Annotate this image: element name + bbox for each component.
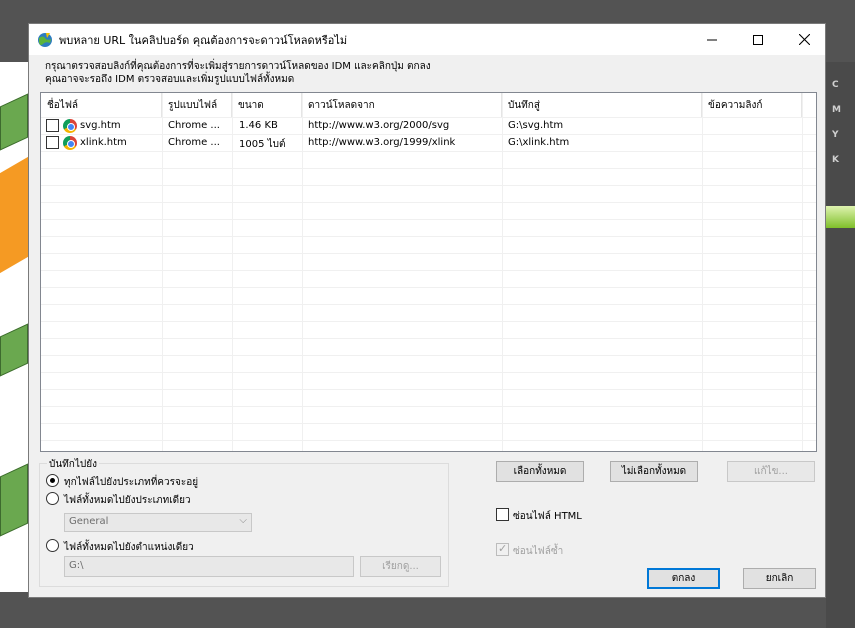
idm-globe-icon (38, 32, 52, 47)
row-filename: xlink.htm (80, 137, 127, 148)
category-select[interactable]: General ⌵ (64, 513, 252, 532)
chevron-down-icon: ⌵ (239, 515, 247, 526)
deselect-all-button[interactable]: ไม่เลือกทั้งหมด (610, 461, 698, 482)
row-size: 1005 ไบต์ (239, 139, 286, 150)
row-type: Chrome ... (168, 120, 220, 131)
hide-duplicates-label[interactable]: ซ่อนไฟล์ซ้ำ (513, 544, 563, 559)
row-checkbox[interactable] (46, 136, 59, 149)
radio-single-category-label[interactable]: ไฟล์ทั้งหมดไปยังประเภทเดียว (64, 493, 191, 508)
column-header-from[interactable]: ดาวน์โหลดจาก (302, 93, 502, 117)
radio-single-category[interactable] (46, 492, 59, 505)
file-list[interactable]: ชื่อไฟล์ รูปแบบไฟล์ ขนาด ดาวน์โหลดจาก บั… (40, 92, 817, 452)
cancel-button[interactable]: ยกเลิก (743, 568, 816, 589)
column-header-save-to[interactable]: บันทึกสู่ (502, 93, 702, 117)
row-size: 1.46 KB (239, 120, 278, 131)
browse-button[interactable]: เรียกดู... (360, 556, 441, 577)
color-bar (826, 206, 855, 228)
column-header-filename[interactable]: ชื่อไฟล์ (41, 93, 162, 117)
row-save-to: G:\xlink.htm (508, 137, 570, 148)
cmyk-label-c: C (832, 80, 839, 90)
radio-by-category[interactable] (46, 474, 59, 487)
maximize-button[interactable] (735, 24, 781, 55)
hide-html-label[interactable]: ซ่อนไฟล์ HTML (513, 509, 582, 524)
download-dialog: พบหลาย URL ในคลิปบอร์ด คุณต้องการจะดาวน์… (28, 23, 826, 598)
chrome-icon (63, 119, 77, 133)
row-checkbox[interactable] (46, 119, 59, 132)
cmyk-label-k: K (832, 155, 839, 165)
title-bar[interactable]: พบหลาย URL ในคลิปบอร์ด คุณต้องการจะดาวน์… (29, 24, 825, 55)
column-header-type[interactable]: รูปแบบไฟล์ (162, 93, 232, 117)
radio-single-location-label[interactable]: ไฟล์ทั้งหมดไปยังตำแหน่งเดียว (64, 540, 194, 555)
radio-single-location[interactable] (46, 539, 59, 552)
instruction-line-2: คุณอาจจะรอถึง IDM ตรวจสอบและเพิ่มรูปแบบไ… (45, 74, 295, 85)
table-row[interactable]: xlink.htm Chrome ... 1005 ไบต์ http://ww… (41, 135, 816, 152)
column-header-size[interactable]: ขนาด (232, 93, 302, 117)
close-button[interactable] (781, 24, 827, 55)
orange-graphic (0, 156, 28, 274)
cmyk-label-m: M (832, 105, 841, 115)
edit-button[interactable]: แก้ไข... (727, 461, 815, 482)
save-path-input[interactable]: G:\ (64, 556, 354, 577)
row-from: http://www.w3.org/2000/svg (308, 120, 450, 131)
column-header-link-text[interactable]: ข้อความลิงก์ (702, 93, 802, 117)
background-panel (826, 62, 855, 628)
category-select-value: General (69, 516, 109, 527)
chrome-icon (63, 136, 77, 150)
row-save-to: G:\svg.htm (508, 120, 564, 131)
dialog-title: พบหลาย URL ในคลิปบอร์ด คุณต้องการจะดาวน์… (59, 33, 348, 47)
row-from: http://www.w3.org/1999/xlink (308, 137, 456, 148)
row-type: Chrome ... (168, 137, 220, 148)
row-filename: svg.htm (80, 120, 121, 131)
cmyk-label-y: Y (832, 130, 839, 140)
hide-duplicates-checkbox[interactable] (496, 542, 509, 556)
maximize-icon (753, 34, 763, 45)
minimize-icon (707, 39, 717, 40)
instructions: กรุณาตรวจสอบลิงก์ที่คุณต้องการที่จะเพิ่ม… (45, 60, 431, 86)
radio-by-category-label[interactable]: ทุกไฟล์ไปยังประเภทที่ควรจะอยู่ (64, 475, 198, 490)
ok-button[interactable]: ตกลง (647, 568, 720, 589)
hide-html-checkbox[interactable] (496, 508, 509, 521)
select-all-button[interactable]: เลือกทั้งหมด (496, 461, 584, 482)
minimize-button[interactable] (689, 24, 735, 55)
save-to-group-label: บันทึกไปยัง (47, 457, 99, 472)
instruction-line-1: กรุณาตรวจสอบลิงก์ที่คุณต้องการที่จะเพิ่ม… (45, 61, 431, 72)
table-row[interactable]: svg.htm Chrome ... 1.46 KB http://www.w3… (41, 118, 816, 135)
close-icon (798, 34, 810, 45)
